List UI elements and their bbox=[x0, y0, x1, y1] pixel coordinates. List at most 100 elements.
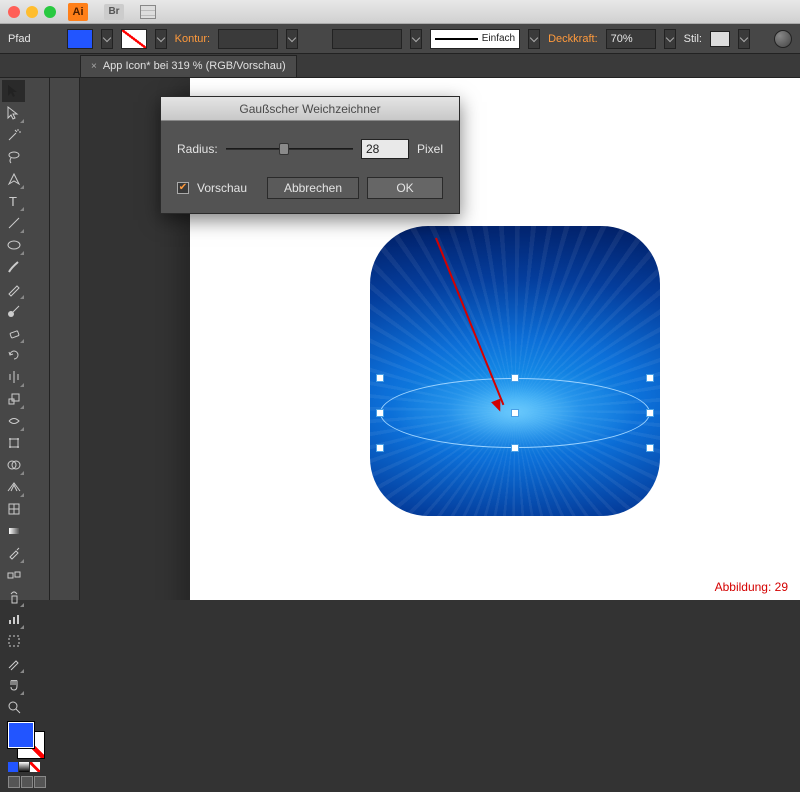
chevron-down-icon bbox=[412, 33, 420, 41]
preview-label: Vorschau bbox=[197, 181, 247, 195]
opacity-field[interactable]: 70% bbox=[606, 29, 656, 49]
type-tool[interactable]: T bbox=[2, 190, 25, 212]
rotate-tool[interactable] bbox=[2, 344, 25, 366]
window-maximize-button[interactable] bbox=[44, 6, 56, 18]
brush-dropdown[interactable] bbox=[410, 29, 422, 49]
blob-brush-tool[interactable] bbox=[2, 300, 25, 322]
free-transform-tool[interactable] bbox=[2, 432, 25, 454]
recolor-artwork-icon[interactable] bbox=[774, 30, 792, 48]
panel-dock-left[interactable] bbox=[50, 78, 80, 600]
screen-mode-row bbox=[8, 776, 46, 788]
color-mode-gradient[interactable] bbox=[19, 762, 29, 772]
pencil-tool[interactable] bbox=[2, 278, 25, 300]
ellipse-tool[interactable] bbox=[2, 234, 25, 256]
stroke-weight-dropdown[interactable] bbox=[286, 29, 298, 49]
opacity-dropdown[interactable] bbox=[664, 29, 676, 49]
symbol-sprayer-tool[interactable] bbox=[2, 586, 25, 608]
artboard-tool[interactable] bbox=[2, 630, 25, 652]
draw-behind-icon[interactable] bbox=[21, 776, 33, 788]
brush-field[interactable] bbox=[332, 29, 402, 49]
radius-unit: Pixel bbox=[417, 142, 443, 156]
pen-tool[interactable] bbox=[2, 168, 25, 190]
fill-stroke-indicator[interactable] bbox=[8, 722, 44, 758]
arrange-documents-icon[interactable] bbox=[140, 5, 156, 19]
chevron-down-icon bbox=[156, 33, 164, 41]
slice-tool[interactable] bbox=[2, 652, 25, 674]
mesh-tool[interactable] bbox=[2, 498, 25, 520]
document-tab[interactable]: × App Icon* bei 319 % (RGB/Vorschau) bbox=[80, 55, 297, 77]
brush-style-dropdown[interactable] bbox=[528, 29, 540, 49]
zoom-tool[interactable] bbox=[2, 696, 25, 718]
style-dropdown[interactable] bbox=[738, 29, 750, 49]
handle-w[interactable] bbox=[377, 410, 383, 416]
window-close-button[interactable] bbox=[8, 6, 20, 18]
gaussian-blur-dialog[interactable]: Gaußscher Weichzeichner Radius: Pixel ✔ … bbox=[160, 96, 460, 214]
fill-swatch[interactable] bbox=[67, 29, 93, 49]
brush-stroke-style[interactable]: Einfach bbox=[430, 29, 520, 49]
fill-dropdown[interactable] bbox=[101, 29, 113, 49]
chevron-down-icon bbox=[530, 33, 538, 41]
gradient-tool[interactable] bbox=[2, 520, 25, 542]
stroke-dropdown[interactable] bbox=[155, 29, 167, 49]
paintbrush-tool[interactable] bbox=[2, 256, 25, 278]
handle-ne[interactable] bbox=[647, 375, 653, 381]
width-tool[interactable] bbox=[2, 410, 25, 432]
chevron-down-icon bbox=[288, 33, 296, 41]
radius-label: Radius: bbox=[177, 142, 218, 156]
radius-slider[interactable] bbox=[226, 142, 353, 156]
stroke-swatch[interactable] bbox=[121, 29, 147, 49]
blend-tool[interactable] bbox=[2, 564, 25, 586]
opacity-label[interactable]: Deckkraft: bbox=[548, 33, 598, 45]
handle-sw[interactable] bbox=[377, 445, 383, 451]
window-minimize-button[interactable] bbox=[26, 6, 38, 18]
figure-caption: Abbildung: 29 bbox=[715, 580, 788, 594]
handle-nw[interactable] bbox=[377, 375, 383, 381]
shape-builder-tool[interactable] bbox=[2, 454, 25, 476]
stroke-label[interactable]: Kontur: bbox=[175, 33, 210, 45]
radius-input[interactable] bbox=[361, 139, 409, 159]
selection-type-label: Pfad bbox=[8, 33, 31, 45]
handle-n[interactable] bbox=[512, 375, 518, 381]
chevron-down-icon bbox=[665, 33, 673, 41]
stroke-weight-field[interactable] bbox=[218, 29, 278, 49]
close-tab-icon[interactable]: × bbox=[91, 61, 97, 72]
draw-normal-icon[interactable] bbox=[8, 776, 20, 788]
draw-inside-icon[interactable] bbox=[34, 776, 46, 788]
dialog-title: Gaußscher Weichzeichner bbox=[161, 97, 459, 121]
handle-se[interactable] bbox=[647, 445, 653, 451]
selection-tool[interactable] bbox=[2, 80, 25, 102]
cancel-button[interactable]: Abbrechen bbox=[267, 177, 359, 199]
magic-wand-tool[interactable] bbox=[2, 124, 25, 146]
window-titlebar: Ai Br bbox=[0, 0, 800, 24]
color-controls bbox=[2, 718, 52, 792]
preview-checkbox[interactable]: ✔ bbox=[177, 182, 189, 194]
style-label: Stil: bbox=[684, 33, 702, 45]
bridge-badge[interactable]: Br bbox=[104, 4, 124, 20]
fill-color-box[interactable] bbox=[8, 722, 34, 748]
illustrator-badge: Ai bbox=[68, 3, 88, 21]
document-tab-bar: × App Icon* bei 319 % (RGB/Vorschau) bbox=[0, 54, 800, 78]
direct-selection-tool[interactable] bbox=[2, 102, 25, 124]
selection-bounding-box[interactable] bbox=[380, 378, 650, 448]
line-tool[interactable] bbox=[2, 212, 25, 234]
ok-button[interactable]: OK bbox=[367, 177, 443, 199]
scale-tool[interactable] bbox=[2, 388, 25, 410]
svg-text:T: T bbox=[9, 194, 17, 209]
eyedropper-tool[interactable] bbox=[2, 542, 25, 564]
control-bar: Pfad Kontur: Einfach Deckkraft: 70% Stil… bbox=[0, 24, 800, 54]
handle-s[interactable] bbox=[512, 445, 518, 451]
column-graph-tool[interactable] bbox=[2, 608, 25, 630]
color-mode-row bbox=[8, 762, 46, 772]
graphic-style-swatch[interactable] bbox=[710, 31, 730, 47]
slider-thumb[interactable] bbox=[279, 143, 289, 155]
perspective-grid-tool[interactable] bbox=[2, 476, 25, 498]
lasso-tool[interactable] bbox=[2, 146, 25, 168]
eraser-tool[interactable] bbox=[2, 322, 25, 344]
hand-tool[interactable] bbox=[2, 674, 25, 696]
handle-center[interactable] bbox=[512, 410, 518, 416]
toolbox: T bbox=[0, 78, 50, 600]
handle-e[interactable] bbox=[647, 410, 653, 416]
color-mode-none[interactable] bbox=[30, 762, 40, 772]
reflect-tool[interactable] bbox=[2, 366, 25, 388]
color-mode-solid[interactable] bbox=[8, 762, 18, 772]
